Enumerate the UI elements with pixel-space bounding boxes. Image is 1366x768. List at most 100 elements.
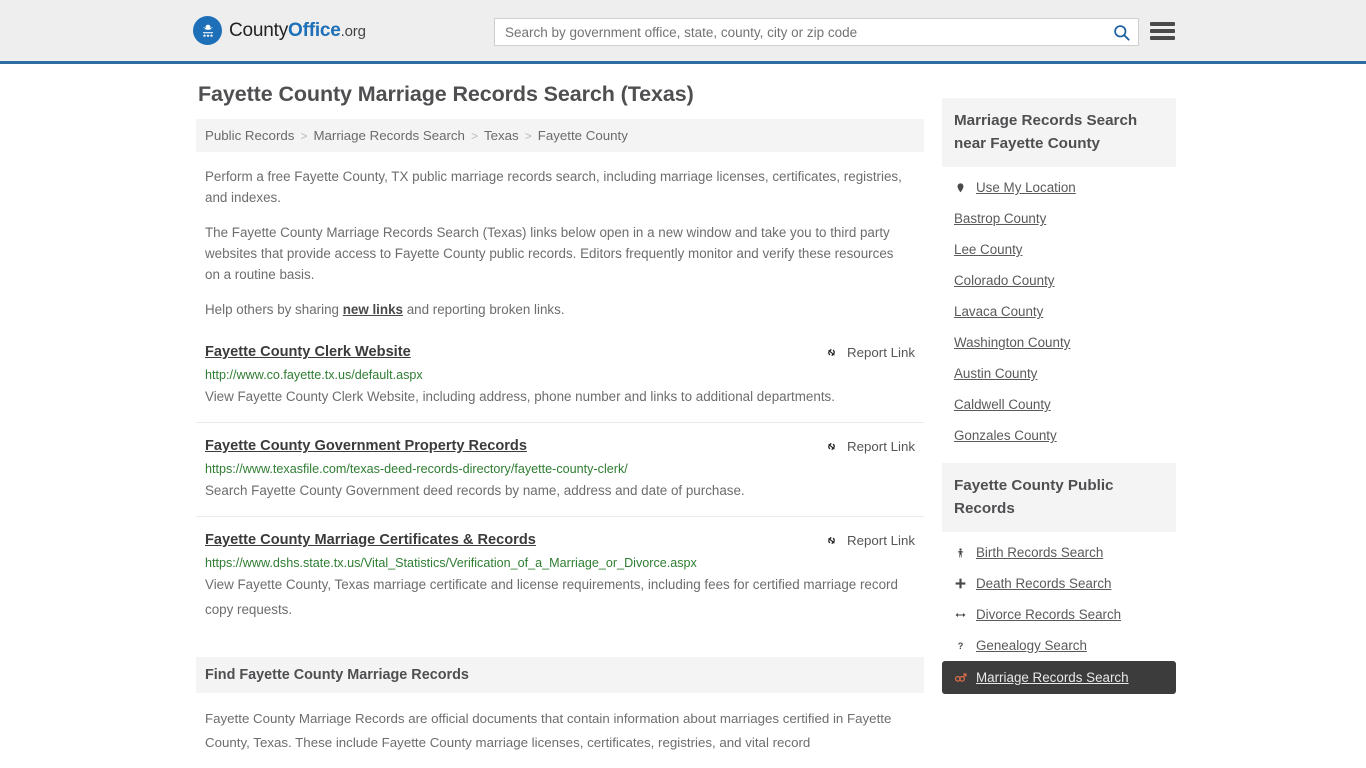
brand-prefix: County [229, 19, 289, 41]
sidebar-item-label: Use My Location [976, 180, 1076, 195]
result-url[interactable]: http://www.co.fayette.tx.us/default.aspx [205, 367, 915, 383]
sidebar-item-label: Divorce Records Search [976, 607, 1122, 622]
svg-text:?: ? [958, 641, 964, 651]
report-link-label: Report Link [847, 345, 915, 360]
sidebar-item-label: Lavaca County [954, 304, 1044, 319]
breadcrumb-item-marriage-records-search[interactable]: Marriage Records Search [313, 128, 465, 143]
result-header: Fayette County Government Property Recor… [205, 436, 915, 456]
public-records-list: Birth Records Search Death Records Searc… [942, 532, 1176, 694]
site-header: CountyOffice.org [0, 0, 1366, 64]
public-records-card: Fayette County Public Records Birth Reco… [942, 463, 1176, 694]
broken-link-icon [828, 443, 835, 450]
sidebar-item-bastrop-county[interactable]: Bastrop County [942, 203, 1176, 234]
intro-paragraph-2: The Fayette County Marriage Records Sear… [205, 225, 894, 282]
search-button[interactable] [1104, 19, 1138, 45]
sidebar-item-colorado-county[interactable]: Colorado County [942, 265, 1176, 296]
results-list: Fayette County Clerk Website Report Link… [196, 342, 924, 635]
sidebar-item-label: Colorado County [954, 273, 1055, 288]
sidebar-item-label: Caldwell County [954, 397, 1051, 412]
search-bar [494, 18, 1139, 46]
report-link-label: Report Link [847, 439, 915, 454]
report-link-button[interactable]: Report Link [823, 438, 915, 455]
sidebar-item-death-records-search[interactable]: Death Records Search [942, 568, 1176, 599]
sidebar-item-marriage-records-search[interactable]: Marriage Records Search [942, 661, 1176, 694]
sidebar-item-label: Austin County [954, 366, 1038, 381]
report-link-label: Report Link [847, 533, 915, 548]
public-records-heading: Fayette County Public Records [942, 463, 1176, 532]
sidebar-item-label: Birth Records Search [976, 545, 1104, 560]
sidebar-item-lee-county[interactable]: Lee County [942, 234, 1176, 265]
sidebar-item-caldwell-county[interactable]: Caldwell County [942, 389, 1176, 420]
sidebar-item-label: Lee County [954, 242, 1023, 257]
result-title-link[interactable]: Fayette County Clerk Website [205, 342, 411, 362]
sidebar-item-label: Genealogy Search [976, 638, 1087, 653]
share-text-after: and reporting broken links. [402, 302, 565, 317]
cross-icon [954, 577, 967, 590]
result-header: Fayette County Marriage Certificates & R… [205, 530, 915, 550]
report-link-button[interactable]: Report Link [823, 532, 915, 549]
broken-link-icon [828, 537, 835, 544]
sidebar-item-gonzales-county[interactable]: Gonzales County [942, 420, 1176, 451]
find-records-body: Fayette County Marriage Records are offi… [196, 707, 924, 755]
result-item: Fayette County Clerk Website Report Link… [196, 342, 924, 423]
breadcrumb-separator-icon: > [470, 128, 478, 143]
result-header: Fayette County Clerk Website Report Link [205, 342, 915, 362]
find-records-paragraph: Fayette County Marriage Records are offi… [205, 711, 892, 750]
find-records-heading: Find Fayette County Marriage Records [196, 657, 924, 693]
result-url[interactable]: https://www.texasfile.com/texas-deed-rec… [205, 461, 915, 477]
report-link-button[interactable]: Report Link [823, 344, 915, 361]
find-records-section: Find Fayette County Marriage Records Fay… [196, 657, 924, 755]
result-title-link[interactable]: Fayette County Marriage Certificates & R… [205, 530, 536, 550]
hamburger-bar [1150, 29, 1175, 33]
sidebar: Marriage Records Search near Fayette Cou… [942, 82, 1176, 755]
nearby-search-card: Marriage Records Search near Fayette Cou… [942, 98, 1176, 451]
baby-icon [954, 546, 967, 560]
sidebar-item-genealogy-search[interactable]: ? Genealogy Search [942, 630, 1176, 661]
sidebar-item-use-my-location[interactable]: Use My Location [942, 172, 1176, 203]
site-logo[interactable]: CountyOffice.org [193, 16, 366, 45]
sidebar-item-label: Gonzales County [954, 428, 1057, 443]
sidebar-item-divorce-records-search[interactable]: Divorce Records Search [942, 599, 1176, 630]
result-item: Fayette County Marriage Certificates & R… [196, 530, 924, 635]
hamburger-menu-icon[interactable] [1150, 20, 1175, 42]
left-right-arrow-icon [954, 609, 967, 621]
sidebar-item-label: Marriage Records Search [976, 670, 1129, 685]
page-title: Fayette County Marriage Records Search (… [198, 82, 694, 106]
breadcrumb-separator-icon: > [524, 128, 532, 143]
broken-link-icon [828, 349, 835, 356]
new-links-link[interactable]: new links [343, 302, 403, 317]
main-column: Fayette County Marriage Records Search (… [196, 82, 924, 755]
sidebar-item-label: Bastrop County [954, 211, 1047, 226]
sidebar-item-lavaca-county[interactable]: Lavaca County [942, 296, 1176, 327]
hamburger-bar [1150, 36, 1175, 40]
breadcrumb-item-texas[interactable]: Texas [484, 128, 519, 143]
result-item: Fayette County Government Property Recor… [196, 436, 924, 517]
breadcrumb-item-public-records[interactable]: Public Records [205, 128, 294, 143]
share-text-before: Help others by sharing [205, 302, 343, 317]
result-description: View Fayette County Clerk Website, inclu… [205, 389, 835, 404]
breadcrumb-item-fayette-county[interactable]: Fayette County [538, 128, 628, 143]
intro-text: Perform a free Fayette County, TX public… [196, 166, 924, 320]
intro-paragraph-3: Help others by sharing new links and rep… [205, 299, 905, 320]
brand-text: CountyOffice.org [229, 20, 366, 42]
question-mark-icon: ? [954, 639, 967, 653]
location-pin-icon [954, 181, 967, 195]
search-icon [1113, 24, 1130, 41]
search-input[interactable] [495, 19, 1104, 45]
intro-paragraph-1: Perform a free Fayette County, TX public… [205, 169, 902, 205]
nearby-search-list: Use My Location Bastrop County Lee Count… [942, 167, 1176, 451]
page-body: Fayette County Marriage Records Search (… [0, 64, 1366, 755]
eagle-shield-logo-icon [193, 16, 222, 45]
breadcrumb: Public Records > Marriage Records Search… [196, 119, 924, 152]
sidebar-item-austin-county[interactable]: Austin County [942, 358, 1176, 389]
brand-accent: Office [288, 19, 341, 41]
result-url[interactable]: https://www.dshs.state.tx.us/Vital_Stati… [205, 555, 915, 571]
brand-suffix: .org [340, 22, 366, 40]
sidebar-item-birth-records-search[interactable]: Birth Records Search [942, 537, 1176, 568]
male-female-icon [954, 671, 967, 684]
breadcrumb-separator-icon: > [300, 128, 308, 143]
sidebar-item-label: Washington County [954, 335, 1071, 350]
sidebar-item-washington-county[interactable]: Washington County [942, 327, 1176, 358]
result-description: Search Fayette County Government deed re… [205, 483, 745, 498]
result-title-link[interactable]: Fayette County Government Property Recor… [205, 436, 527, 456]
